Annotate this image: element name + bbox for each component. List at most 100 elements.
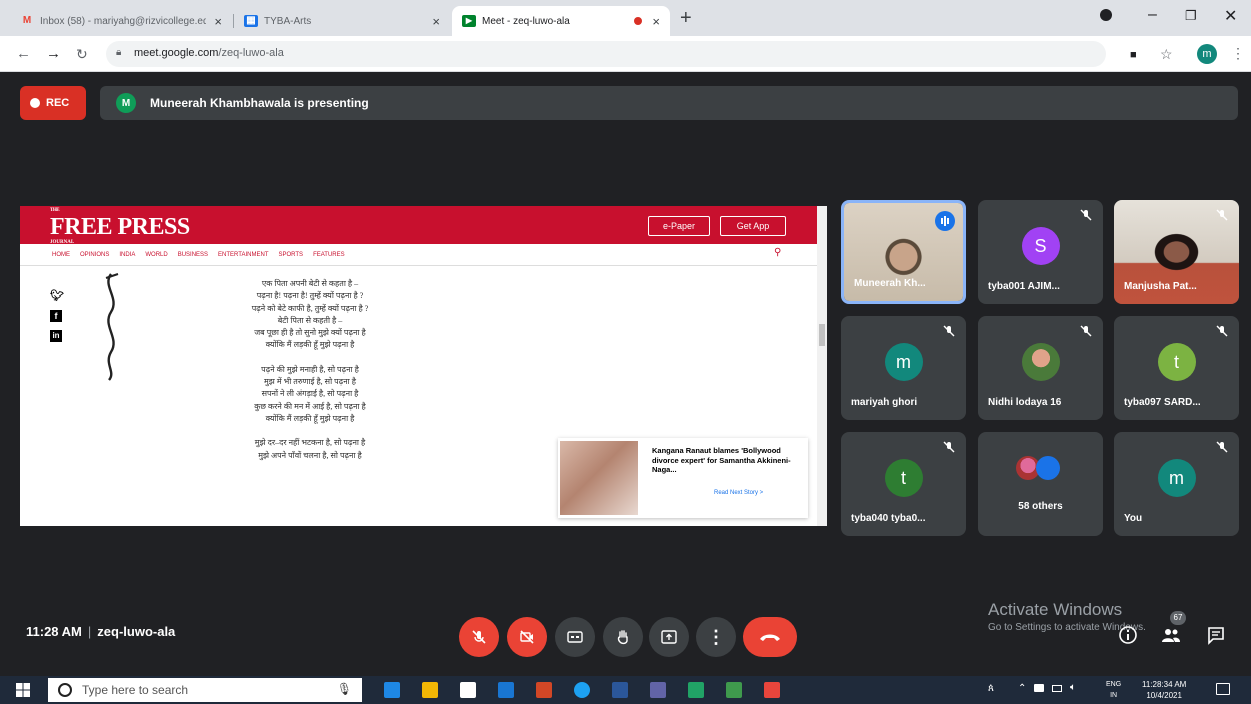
nav-business[interactable]: BUSINESS [178, 252, 208, 258]
read-next-link[interactable]: Read Next Story > [714, 490, 763, 496]
recording-label: REC [46, 97, 70, 109]
minimize-button[interactable]: – [1148, 6, 1157, 24]
camera-toggle-button[interactable] [507, 617, 547, 657]
photos-icon[interactable] [726, 682, 742, 698]
hang-up-icon [760, 634, 780, 641]
linkedin-icon[interactable]: in [50, 330, 62, 342]
account-indicator-icon[interactable] [1100, 9, 1112, 21]
people-tray-icon[interactable]: ጰ [988, 683, 994, 694]
epaper-button[interactable]: e-Paper [648, 216, 710, 236]
close-tab-icon[interactable]: × [432, 14, 440, 29]
restore-button[interactable]: ❐ [1185, 8, 1197, 24]
chat-button[interactable] [1206, 625, 1226, 645]
tab-label: Inbox (58) - mariyahg@rizvicollege.edu.i… [40, 15, 206, 27]
region-code: IN [1110, 692, 1118, 699]
nav-sports[interactable]: SPORTS [279, 252, 304, 258]
participant-tile-self[interactable]: m You [1114, 432, 1239, 536]
tab-label: Meet - zeq-luwo-ala [482, 15, 570, 27]
mic-toggle-button[interactable] [459, 617, 499, 657]
tab-tyba-arts[interactable]: ▦ TYBA-Arts × [234, 6, 450, 36]
excel-icon[interactable] [688, 682, 704, 698]
battery-icon[interactable] [1052, 685, 1062, 692]
shared-screen[interactable]: THE FREE PRESS JOURNAL e-Paper Get App H… [20, 206, 827, 526]
windows-start-icon[interactable] [16, 683, 30, 697]
taskbar-clock[interactable]: 11:28:34 AM 10/4/2021 [1142, 679, 1186, 701]
notifications-icon[interactable] [1216, 683, 1230, 695]
nav-home[interactable]: HOME [52, 252, 70, 258]
teams-icon[interactable] [650, 682, 666, 698]
participant-tile[interactable]: Manjusha Pat... [1114, 200, 1239, 304]
show-hidden-icons[interactable]: ⌃ [1018, 683, 1026, 694]
nav-features[interactable]: FEATURES [313, 252, 345, 258]
nav-entertainment[interactable]: ENTERTAINMENT [218, 252, 268, 258]
twitter-icon[interactable]: 🐦︎ [50, 290, 64, 302]
back-icon[interactable]: ← [16, 46, 31, 62]
meet-bottom-padding [0, 660, 1251, 676]
freepress-nav: HOME OPINIONS INDIA WORLD BUSINESS ENTER… [20, 244, 817, 266]
others-tile[interactable]: 58 others [978, 432, 1103, 536]
meeting-code[interactable]: zeq-luwo-ala [97, 624, 175, 639]
scrollbar-thumb[interactable] [819, 324, 825, 346]
close-tab-icon[interactable]: × [214, 14, 222, 29]
meeting-details-button[interactable] [1118, 625, 1138, 645]
captions-icon [567, 631, 583, 643]
mic-off-icon [1215, 324, 1229, 338]
network-icon[interactable] [1034, 684, 1044, 692]
recommended-story-card[interactable]: Kangana Ranaut blames 'Bollywood divorce… [558, 438, 808, 518]
participant-tile[interactable]: m mariyah ghori [841, 316, 966, 420]
address-bar[interactable]: 🔒︎ meet.google.com/zeq-luwo-ala [106, 41, 1106, 67]
freepress-header: THE FREE PRESS JOURNAL e-Paper Get App [20, 206, 817, 245]
file-explorer-icon[interactable] [422, 682, 438, 698]
close-window-button[interactable]: ✕ [1224, 6, 1237, 26]
chrome-menu-icon[interactable]: ⋮ [1231, 45, 1245, 61]
nav-india[interactable]: INDIA [119, 252, 135, 258]
participant-tile[interactable]: Muneerah Kh... [841, 200, 966, 304]
new-tab-button[interactable]: + [680, 8, 692, 28]
microphone-icon[interactable]: 🎙︎ [337, 682, 352, 696]
mic-off-icon [472, 630, 486, 644]
captions-button[interactable] [555, 617, 595, 657]
participant-tile[interactable]: Nidhi lodaya 16 [978, 316, 1103, 420]
participant-tile[interactable]: t tyba097 SARD... [1114, 316, 1239, 420]
close-tab-icon[interactable]: × [652, 14, 660, 29]
record-dot-icon [30, 98, 40, 108]
taskbar-search-box[interactable]: Type here to search 🎙︎ [48, 678, 362, 702]
facebook-icon[interactable]: f [50, 310, 62, 322]
input-language[interactable]: ENG IN [1106, 679, 1121, 701]
poem-line: सपनों ने ली अंगड़ाई है, सो पढ़ना है [261, 389, 359, 399]
poem-line: क्योंकि मैं लड़की हूँ मुझे पढ़ना है [265, 340, 355, 350]
participant-tile[interactable]: t tyba040 tyba0... [841, 432, 966, 536]
store-icon[interactable] [460, 682, 476, 698]
word-icon[interactable] [612, 682, 628, 698]
nav-opinions[interactable]: OPINIONS [80, 252, 109, 258]
participant-tile[interactable]: S tyba001 AJIM... [978, 200, 1103, 304]
nav-world[interactable]: WORLD [145, 252, 167, 258]
people-button[interactable]: 67 [1160, 611, 1186, 645]
poem-line: कुछ करने की मन में आई है, सो पढ़ना है [254, 401, 366, 411]
participant-name: Manjusha Pat... [1124, 281, 1197, 292]
tab-meet[interactable]: ▶ Meet - zeq-luwo-ala × [452, 6, 670, 36]
more-options-button[interactable]: ⋮ [696, 617, 736, 657]
page-scrollbar[interactable] [817, 206, 827, 526]
story-thumbnail [560, 441, 638, 515]
poem-line: पढ़ने को बेटे काफी है, तुम्हें क्यों पढ़… [251, 303, 369, 313]
chrome-meet-icon[interactable] [764, 682, 780, 698]
reload-icon[interactable]: ↻ [76, 46, 88, 62]
search-icon[interactable]: ⚲ [774, 247, 781, 258]
mail-icon[interactable] [498, 682, 514, 698]
leave-call-button[interactable] [743, 617, 797, 657]
profile-avatar[interactable]: m [1197, 44, 1217, 64]
edge-icon[interactable] [384, 682, 400, 698]
tab-inbox[interactable]: M Inbox (58) - mariyahg@rizvicollege.edu… [10, 6, 232, 36]
volume-icon[interactable]: 🔈︎ [1070, 682, 1076, 693]
bookmark-star-icon[interactable]: ☆ [1160, 46, 1173, 62]
edge-chromium-icon[interactable] [574, 682, 590, 698]
forward-icon[interactable]: → [46, 46, 61, 62]
powerpoint-icon[interactable] [536, 682, 552, 698]
present-screen-button[interactable] [649, 617, 689, 657]
raise-hand-button[interactable] [603, 617, 643, 657]
camera-in-use-icon[interactable]: ■ [1130, 47, 1137, 63]
get-app-button[interactable]: Get App [720, 216, 786, 236]
recording-badge: REC [20, 86, 86, 120]
decorative-ornament [105, 273, 119, 381]
